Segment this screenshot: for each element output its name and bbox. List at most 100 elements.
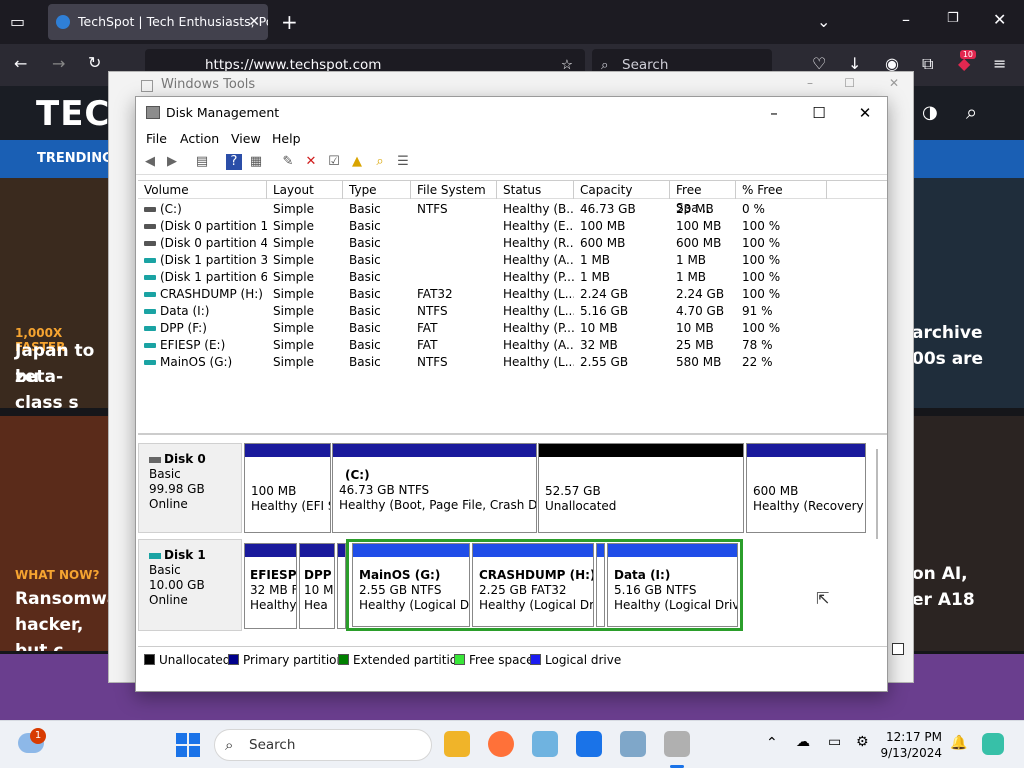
search-folder-icon[interactable]: ⌕ — [372, 154, 388, 170]
file-explorer-icon[interactable] — [444, 731, 470, 757]
back-icon[interactable]: ← — [14, 54, 27, 73]
article-right-bottom[interactable]: on AI, er A18 — [914, 416, 1024, 651]
notification-bell-icon[interactable]: 🔔 — [950, 735, 967, 751]
site-search-icon[interactable]: ⌕ — [966, 100, 977, 124]
disk1-partition-dpp[interactable]: DPP 10 M Hea — [299, 543, 335, 629]
menu-help[interactable]: Help — [272, 131, 301, 146]
col-type[interactable]: Type — [343, 181, 411, 199]
properties-icon[interactable]: ▦ — [248, 154, 264, 170]
col-free-space[interactable]: Free Spa... — [670, 181, 736, 215]
volume-row[interactable]: Data (I:) Simple Basic NTFS Healthy (L... 5.1… — [138, 303, 887, 320]
partition-bar — [353, 544, 469, 557]
show-hide-tree-icon[interactable]: ▤ — [194, 154, 210, 170]
volume-drive-icon — [144, 275, 156, 280]
article-left-top[interactable]: 1,000X FASTER Japan to bu zeta-class s — [0, 178, 108, 408]
new-tab-icon[interactable]: + — [281, 10, 298, 34]
cell-percent-free: 91 % — [736, 303, 827, 320]
col-status[interactable]: Status — [497, 181, 574, 199]
tab-list-icon[interactable]: ▭ — [10, 12, 25, 31]
dm-maximize-button[interactable]: ☐ — [799, 101, 839, 125]
network-icon[interactable]: ⚙ — [856, 734, 869, 750]
settings-icon[interactable]: ☰ — [395, 154, 411, 170]
extensions-icon[interactable]: ⧉ — [922, 54, 933, 74]
clock[interactable]: 12:17 PM 9/13/2024 — [878, 729, 942, 761]
col-volume[interactable]: Volume — [138, 181, 267, 199]
menu-view[interactable]: View — [231, 131, 261, 146]
cell-percent-free-text: 0 % — [742, 202, 765, 216]
volume-row[interactable]: (C:) Simple Basic NTFS Healthy (B... 46.73 GB… — [138, 201, 887, 218]
volume-row[interactable]: (Disk 1 partition 3) Simple Basic Healthy (… — [138, 252, 887, 269]
chevron-up-icon[interactable]: ⌃ — [766, 735, 778, 751]
computer-management-icon[interactable] — [620, 731, 646, 757]
wt-minimize-icon[interactable]: – — [807, 76, 813, 90]
menu-file[interactable]: File — [146, 131, 167, 146]
volume-row[interactable]: DPP (F:) Simple Basic FAT Healthy (P... 10 MB… — [138, 320, 887, 337]
volume-row[interactable]: MainOS (G:) Simple Basic NTFS Healthy (L... 2… — [138, 354, 887, 371]
disk1-type: Basic — [149, 563, 181, 577]
cell-layout: Simple — [267, 252, 343, 269]
firefox-icon[interactable] — [488, 731, 514, 757]
disk1-partition-efiesp[interactable]: EFIESP 32 MB F Healthy — [244, 543, 297, 629]
menu-action[interactable]: Action — [180, 131, 219, 146]
control-panel-icon[interactable] — [532, 731, 558, 757]
disk1-logical-mainos[interactable]: MainOS (G:) 2.55 GB NTFS Healthy (Logica… — [352, 543, 470, 627]
reload-icon[interactable]: ↻ — [88, 53, 101, 72]
disk0-unallocated[interactable]: 52.57 GB Unallocated — [538, 443, 744, 533]
col-file-system[interactable]: File System — [411, 181, 497, 199]
forward-arrow-icon[interactable]: ▶ — [164, 154, 180, 170]
article-left-bottom[interactable]: WHAT NOW? Ransomwar hacker, but c — [0, 416, 108, 651]
resize-grip-icon[interactable] — [892, 643, 904, 655]
theme-toggle-icon[interactable]: ◑ — [922, 102, 938, 123]
legend-label: Free space — [469, 653, 534, 667]
disk1-partition-small[interactable] — [337, 543, 346, 629]
volume-row[interactable]: EFIESP (E:) Simple Basic FAT Healthy (A... 32… — [138, 337, 887, 354]
display-icon[interactable]: ▭ — [828, 734, 841, 750]
store-icon[interactable] — [576, 731, 602, 757]
disk1-logical-crashdump[interactable]: CRASHDUMP (H:) 2.25 GB FAT32 Healthy (Lo… — [472, 543, 594, 627]
folder-up-icon[interactable]: ▲ — [349, 154, 365, 170]
col-capacity[interactable]: Capacity — [574, 181, 670, 199]
col-layout[interactable]: Layout — [267, 181, 343, 199]
back-arrow-icon[interactable]: ◀ — [142, 154, 158, 170]
cell-layout-text: Simple — [273, 355, 314, 369]
disk1-logical-small[interactable] — [596, 543, 605, 627]
menu-icon[interactable]: ≡ — [993, 54, 1006, 73]
disk0-label[interactable]: Disk 0 Basic 99.98 GB Online — [138, 443, 242, 533]
taskbar-search[interactable]: ⌕ Search — [214, 729, 432, 761]
dm-minimize-button[interactable]: – — [754, 101, 794, 125]
disk-management-window[interactable]: Disk Management – ☐ ✕ File Action View H… — [135, 96, 904, 692]
start-button[interactable] — [176, 733, 200, 757]
copilot-icon[interactable] — [982, 733, 1004, 755]
volume-row[interactable]: (Disk 0 partition 4) Simple Basic Healthy (… — [138, 235, 887, 252]
gview-scroll[interactable] — [876, 449, 878, 539]
wt-maximize-icon[interactable]: ☐ — [844, 76, 855, 90]
disk-management-taskbar-icon[interactable] — [664, 731, 690, 757]
article-right-top[interactable]: archive 00s are — [914, 178, 1024, 408]
dm-close-button[interactable]: ✕ — [845, 101, 885, 125]
dm-titlebar[interactable]: Disk Management – ☐ ✕ — [136, 97, 887, 129]
trending-label[interactable]: TRENDING — [37, 151, 113, 166]
site-logo[interactable]: TEC — [36, 94, 110, 134]
help-icon[interactable]: ? — [226, 154, 242, 170]
check-icon[interactable]: ☑ — [326, 154, 342, 170]
volume-row[interactable]: CRASHDUMP (H:) Simple Basic FAT32 Healthy (L… — [138, 286, 887, 303]
minimize-icon[interactable]: – — [902, 10, 910, 29]
restore-icon[interactable]: ❐ — [947, 11, 959, 26]
browser-tab-techspot[interactable]: TechSpot | Tech Enthusiasts, Po ✕ — [48, 4, 268, 40]
tab-close-icon[interactable]: ✕ — [248, 4, 260, 40]
chevron-down-icon[interactable]: ⌄ — [817, 12, 830, 31]
cloud-offline-icon[interactable]: ☁ — [796, 734, 810, 750]
delete-icon[interactable]: ✕ — [303, 154, 319, 170]
disk1-label[interactable]: Disk 1 Basic 10.00 GB Online — [138, 539, 242, 631]
disk0-partition-efi[interactable]: 100 MB Healthy (EFI S — [244, 443, 331, 533]
volume-row[interactable]: (Disk 1 partition 6) Simple Basic Healthy (… — [138, 269, 887, 286]
col-percent-free[interactable]: % Free — [736, 181, 827, 199]
forward-icon[interactable]: → — [52, 54, 65, 73]
disk1-logical-data[interactable]: Data (I:) 5.16 GB NTFS Healthy (Logical … — [607, 543, 738, 627]
disk0-partition-recovery[interactable]: 600 MB Healthy (Recovery P — [746, 443, 866, 533]
close-icon[interactable]: ✕ — [993, 10, 1006, 29]
wt-close-icon[interactable]: ✕ — [889, 76, 899, 90]
disk0-partition-c[interactable]: (C:) 46.73 GB NTFS Healthy (Boot, Page F… — [332, 443, 537, 533]
connect-icon[interactable]: ✎ — [280, 154, 296, 170]
volume-row[interactable]: (Disk 0 partition 1) Simple Basic Healthy (… — [138, 218, 887, 235]
